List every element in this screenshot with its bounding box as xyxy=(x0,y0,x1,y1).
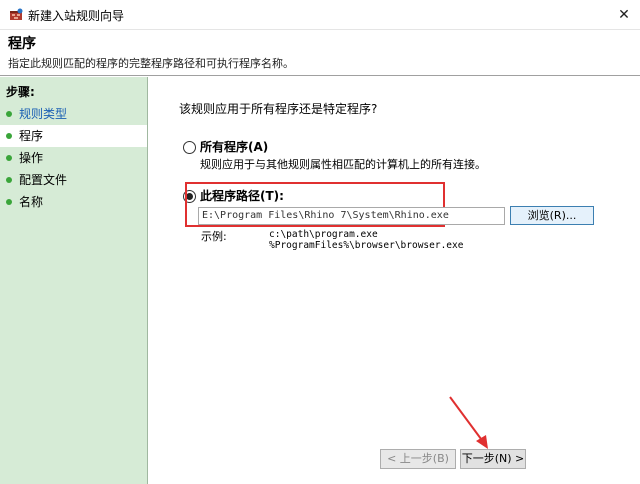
sidebar-item-name[interactable]: 名称 xyxy=(0,191,147,213)
main-panel: 该规则应用于所有程序还是特定程序? 所有程序(A) 规则应用于与其他规则属性相匹… xyxy=(149,77,640,484)
back-button[interactable]: < 上一步(B) xyxy=(380,449,456,469)
sidebar-item-label: 配置文件 xyxy=(19,173,68,187)
example-label: 示例: xyxy=(201,230,227,243)
sidebar-item-profile[interactable]: 配置文件 xyxy=(0,169,147,191)
sidebar-item-label: 程序 xyxy=(19,129,44,143)
sidebar-item-rule-type[interactable]: 规则类型 xyxy=(0,103,147,125)
steps-sidebar: 步骤: 规则类型 程序 操作 配置文件 名称 xyxy=(0,77,148,484)
sidebar-item-action[interactable]: 操作 xyxy=(0,147,147,169)
all-programs-description: 规则应用于与其他规则属性相匹配的计算机上的所有连接。 xyxy=(200,158,486,171)
program-path-input[interactable]: E:\Program Files\Rhino 7\System\Rhino.ex… xyxy=(198,207,505,225)
step-bullet-icon xyxy=(6,133,12,139)
example-line: %ProgramFiles%\browser\browser.exe xyxy=(269,240,464,251)
window-title: 新建入站规则向导 xyxy=(28,9,125,23)
step-bullet-icon xyxy=(6,177,12,183)
step-bullet-icon xyxy=(6,155,12,161)
page-description: 指定此规则匹配的程序的完整程序路径和可执行程序名称。 xyxy=(8,57,294,70)
sidebar-item-program[interactable]: 程序 xyxy=(0,125,147,147)
title-bar: 新建入站规则向导 ✕ xyxy=(0,0,640,30)
next-button[interactable]: 下一步(N) > xyxy=(460,449,526,469)
page-title: 程序 xyxy=(8,36,36,52)
browse-button[interactable]: 浏览(R)... xyxy=(510,206,594,225)
step-bullet-icon xyxy=(6,199,12,205)
sidebar-item-label: 规则类型 xyxy=(19,107,68,121)
annotation-arrow-icon xyxy=(449,396,488,449)
all-programs-radio[interactable] xyxy=(183,141,196,154)
example-line: c:\path\program.exe xyxy=(269,229,378,240)
sidebar-item-label: 操作 xyxy=(19,151,44,165)
page-header: 程序 指定此规则匹配的程序的完整程序路径和可执行程序名称。 xyxy=(0,30,640,76)
close-icon[interactable]: ✕ xyxy=(614,5,634,25)
steps-title: 步骤: xyxy=(6,85,35,99)
step-bullet-icon xyxy=(6,111,12,117)
all-programs-label[interactable]: 所有程序(A) xyxy=(200,138,268,155)
firewall-icon xyxy=(10,8,23,20)
question-text: 该规则应用于所有程序还是特定程序? xyxy=(179,102,378,116)
sidebar-item-label: 名称 xyxy=(19,195,44,209)
